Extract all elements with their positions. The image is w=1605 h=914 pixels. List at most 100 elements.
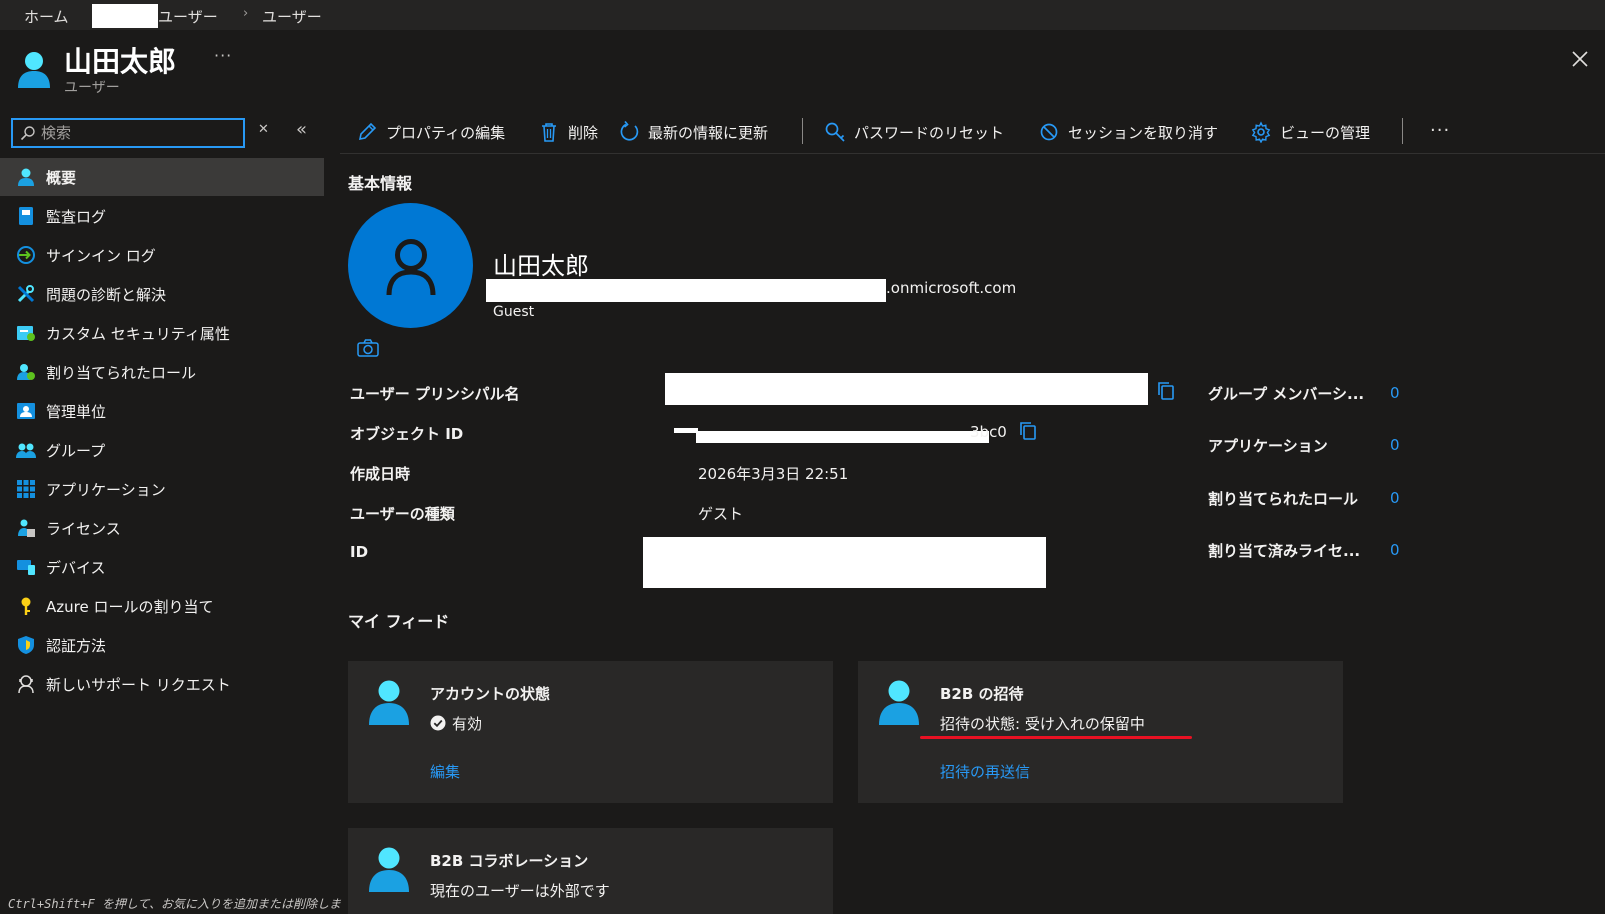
manage-view-button[interactable]: ビューの管理 xyxy=(1250,120,1390,144)
assigned-roles-count[interactable]: 0 xyxy=(1390,489,1400,507)
devices-icon xyxy=(17,560,35,575)
sidebar-item-label: 概要 xyxy=(46,169,77,187)
user-header-icon xyxy=(16,50,52,90)
b2b-collaboration-title: B2B コラボレーション xyxy=(430,852,589,870)
account-status-card: アカウントの状態 有効 編集 xyxy=(348,661,833,803)
sidebar-item-groups[interactable]: グループ xyxy=(0,431,324,469)
applications-label: アプリケーション xyxy=(1208,437,1328,455)
upn-label: ユーザー プリンシパル名 xyxy=(350,385,520,403)
sign-in-icon xyxy=(17,246,35,264)
refresh-icon xyxy=(620,121,639,141)
sidebar-item-label: 監査ログ xyxy=(46,208,107,226)
toolbar-divider-line xyxy=(340,153,1605,154)
resend-invitation-link[interactable]: 招待の再送信 xyxy=(940,761,1030,782)
search-input[interactable] xyxy=(41,123,237,143)
refresh-button[interactable]: 最新の情報に更新 xyxy=(618,120,783,144)
edit-properties-button[interactable]: プロパティの編集 xyxy=(356,120,521,144)
sidebar-item-custom-security[interactable]: カスタム セキュリティ属性 xyxy=(0,314,324,352)
redacted-object-id-a xyxy=(674,428,698,433)
close-icon[interactable] xyxy=(1571,50,1589,68)
sidebar-item-audit-log[interactable]: 監査ログ xyxy=(0,197,324,235)
breadcrumb-users[interactable]: ユーザー xyxy=(158,6,218,27)
sidebar-item-assigned-roles[interactable]: 割り当てられたロール xyxy=(0,353,324,391)
object-id-label: オブジェクト ID xyxy=(350,425,464,443)
search-box[interactable] xyxy=(11,118,245,148)
redacted-object-id-b xyxy=(696,431,989,443)
group-membership-label: グループ メンバーシ... xyxy=(1208,385,1365,403)
header-more-icon[interactable]: ··· xyxy=(214,46,232,65)
sidebar-item-overview[interactable]: 概要 xyxy=(0,158,324,196)
sidebar-item-label: 問題の診断と解決 xyxy=(46,286,167,304)
security-attributes-icon xyxy=(17,326,35,341)
sidebar-item-sign-in-log[interactable]: サインイン ログ xyxy=(0,236,324,274)
profile-email-suffix: .onmicrosoft.com xyxy=(886,279,1017,297)
avatar xyxy=(348,203,473,328)
b2b-collaboration-card: B2B コラボレーション 現在のユーザーは外部です xyxy=(348,828,833,914)
profile-display-name: 山田太郎 xyxy=(493,252,589,280)
sidebar-item-azure-roles[interactable]: Azure ロールの割り当て xyxy=(0,587,324,625)
basic-info-title: 基本情報 xyxy=(348,174,413,193)
user-type-value: ゲスト xyxy=(698,505,744,523)
redacted-email xyxy=(486,279,886,302)
shortcut-hint: Ctrl+Shift+F を押して、お気に入りを追加または削除しま xyxy=(8,897,341,911)
b2b-invitation-card: B2B の招待 招待の状態: 受け入れの保留中 招待の再送信 xyxy=(858,661,1343,803)
object-id-value-tail: 3bc0 xyxy=(970,423,1007,441)
sidebar-item-auth-methods[interactable]: 認証方法 xyxy=(0,626,324,664)
user-icon xyxy=(18,168,34,186)
sidebar-item-applications[interactable]: アプリケーション xyxy=(0,470,324,508)
applications-count[interactable]: 0 xyxy=(1390,436,1400,454)
sidebar-item-support[interactable]: 新しいサポート リクエスト xyxy=(0,665,324,703)
support-icon xyxy=(18,675,34,694)
roles-icon xyxy=(17,364,35,380)
pencil-icon xyxy=(358,122,377,141)
sidebar-item-label: 管理単位 xyxy=(46,403,107,421)
trash-icon xyxy=(542,123,556,142)
sidebar-item-devices[interactable]: デバイス xyxy=(0,548,324,586)
delete-button[interactable]: 削除 xyxy=(538,120,603,144)
manage-view-label: ビューの管理 xyxy=(1280,124,1371,142)
toolbar-divider xyxy=(802,118,803,144)
sidebar-item-label: サインイン ログ xyxy=(46,247,156,265)
sidebar-item-diagnose[interactable]: 問題の診断と解決 xyxy=(0,275,324,313)
group-membership-count[interactable]: 0 xyxy=(1390,384,1400,402)
sidebar-item-label: 割り当てられたロール xyxy=(46,364,197,382)
redacted-tenant xyxy=(92,4,158,28)
group-icon xyxy=(16,443,36,458)
account-status-title: アカウントの状態 xyxy=(430,685,551,703)
key-search-icon xyxy=(825,122,845,142)
camera-icon[interactable] xyxy=(356,338,380,358)
revoke-sessions-label: セッションを取り消す xyxy=(1068,124,1219,142)
collapse-sidebar-icon[interactable]: « xyxy=(296,119,307,140)
audit-log-icon xyxy=(19,207,33,225)
sidebar-item-licenses[interactable]: ライセンス xyxy=(0,509,324,547)
user-icon xyxy=(879,680,919,725)
redacted-id xyxy=(643,537,1046,588)
clear-search-icon[interactable]: ✕ xyxy=(258,122,269,137)
breadcrumb: ホーム ユーザー › ユーザー xyxy=(0,0,1605,30)
copy-upn-icon[interactable] xyxy=(1157,381,1175,401)
reset-password-label: パスワードのリセット xyxy=(854,124,1005,142)
user-icon xyxy=(369,680,409,725)
assigned-licenses-label: 割り当て済みライセ... xyxy=(1208,542,1361,560)
toolbar-more-icon[interactable]: ··· xyxy=(1430,120,1450,141)
license-icon xyxy=(18,519,35,537)
sidebar-item-admin-units[interactable]: 管理単位 xyxy=(0,392,324,430)
tools-icon xyxy=(17,285,35,303)
shield-icon xyxy=(18,636,34,654)
assigned-roles-label: 割り当てられたロール xyxy=(1208,490,1359,508)
assigned-licenses-count[interactable]: 0 xyxy=(1390,541,1400,559)
breadcrumb-home[interactable]: ホーム xyxy=(24,6,69,27)
edit-account-link[interactable]: 編集 xyxy=(430,761,460,782)
copy-object-id-icon[interactable] xyxy=(1019,421,1037,441)
created-value: 2026年3月3日 22:51 xyxy=(698,465,849,483)
key-icon xyxy=(21,597,31,615)
delete-label: 削除 xyxy=(568,124,599,142)
sidebar-item-label: グループ xyxy=(46,442,106,460)
breadcrumb-chevron-icon: › xyxy=(243,6,249,21)
user-type-label: ユーザーの種類 xyxy=(350,505,455,523)
sidebar-item-label: カスタム セキュリティ属性 xyxy=(46,325,230,343)
b2b-invitation-status: 招待の状態: 受け入れの保留中 xyxy=(940,715,1145,733)
reset-password-button[interactable]: パスワードのリセット xyxy=(824,120,1019,144)
revoke-sessions-button[interactable]: セッションを取り消す xyxy=(1038,120,1233,144)
breadcrumb-current[interactable]: ユーザー xyxy=(262,6,322,27)
